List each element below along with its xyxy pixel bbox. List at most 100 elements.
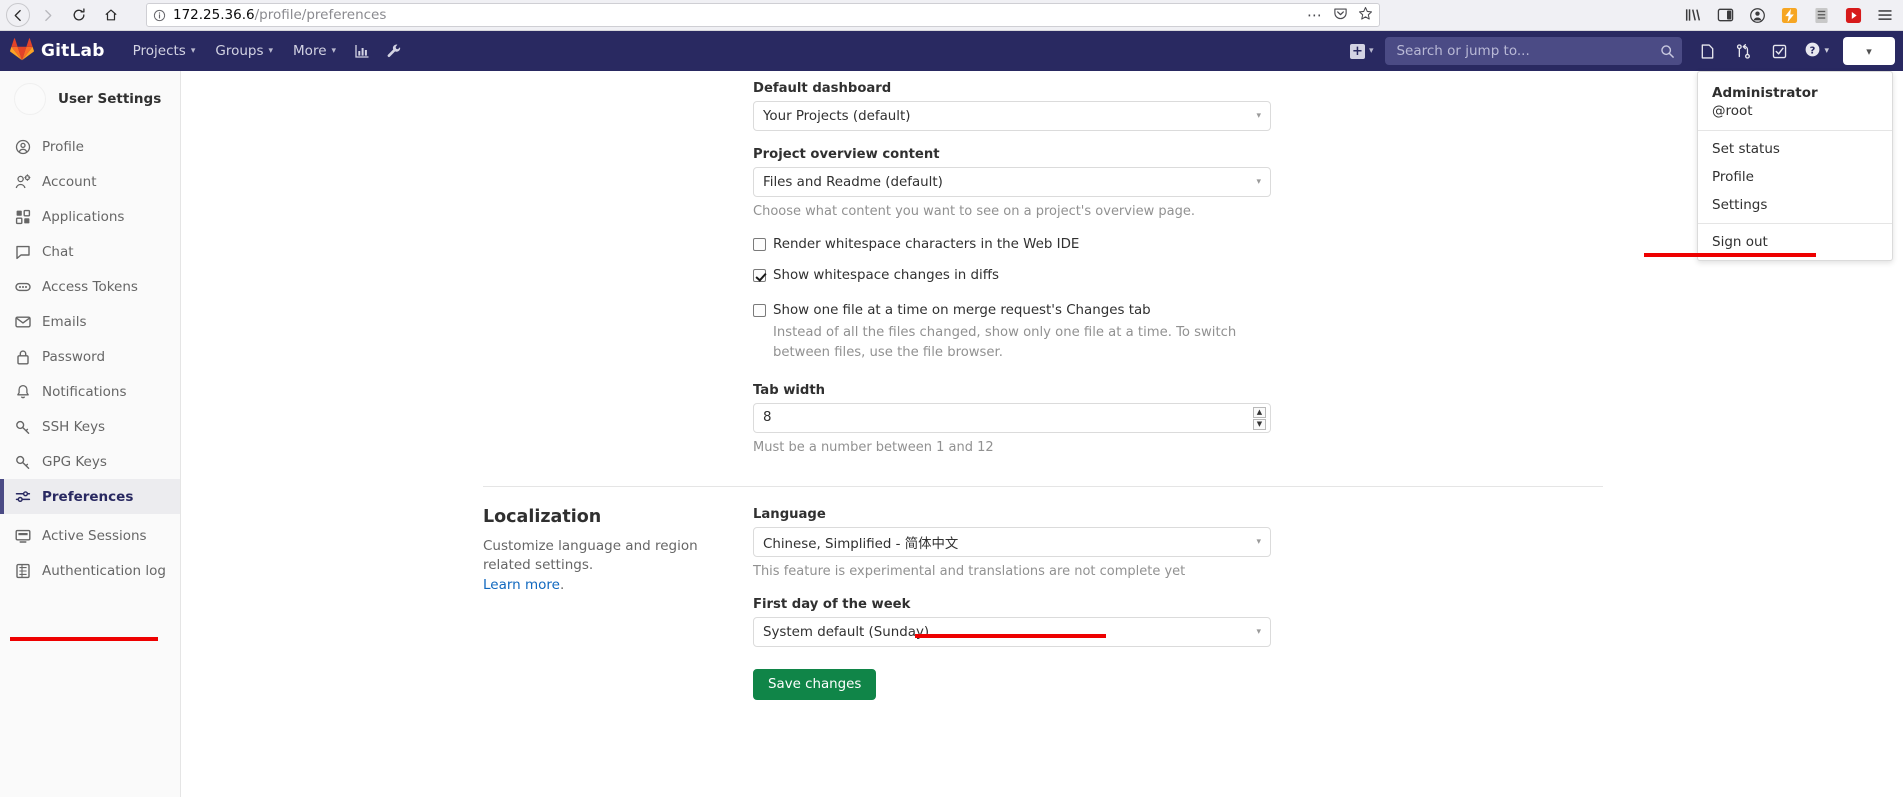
page-body: User Settings Profile Account Applicatio… xyxy=(0,71,1903,797)
sidebar-item-preferences[interactable]: Preferences xyxy=(0,479,180,514)
avatar xyxy=(14,83,46,115)
search-icon[interactable] xyxy=(1658,42,1676,60)
key-icon xyxy=(14,418,31,435)
star-icon[interactable] xyxy=(1358,6,1373,25)
navbar-right-section: + ▾ ? ▾ ▾ xyxy=(1344,31,1895,71)
user-display-name: Administrator xyxy=(1712,85,1818,101)
learn-more-link[interactable]: Learn more xyxy=(483,577,560,593)
project-overview-select[interactable]: Files and Readme (default) ▾ xyxy=(753,167,1271,197)
forward-arrow-icon[interactable] xyxy=(32,2,62,28)
gitlab-navbar: GitLab Projects ▾ Groups ▾ More ▾ + ▾ Se… xyxy=(0,31,1903,71)
nav-item-more[interactable]: More ▾ xyxy=(283,31,346,71)
tab-width-input[interactable]: 8 ▲ ▼ xyxy=(753,402,1271,433)
analytics-icon[interactable] xyxy=(346,31,378,71)
render-whitespace-checkbox-row[interactable]: Render whitespace characters in the Web … xyxy=(753,236,1271,253)
show-whitespace-checkbox[interactable] xyxy=(753,269,766,283)
localization-section: Localization Customize language and regi… xyxy=(181,487,1903,701)
sidebar-item-notifications[interactable]: Notifications xyxy=(0,374,180,409)
search-input[interactable] xyxy=(1385,37,1683,65)
sidebar-item-label: GPG Keys xyxy=(42,453,107,470)
home-icon[interactable] xyxy=(96,2,126,28)
sidebar-item-password[interactable]: Password xyxy=(0,339,180,374)
language-value: Chinese, Simplified - 简体中文 xyxy=(763,536,959,552)
menu-item-set-status[interactable]: Set status xyxy=(1698,135,1892,163)
show-whitespace-checkbox-row[interactable]: Show whitespace changes in diffs xyxy=(753,267,1271,284)
pocket-icon[interactable] xyxy=(1333,6,1348,25)
bell-icon xyxy=(14,383,31,400)
localization-description-text: Customize language and region related se… xyxy=(483,537,698,574)
nav-item-groups[interactable]: Groups ▾ xyxy=(205,31,283,71)
nav-item-projects-label: Projects xyxy=(132,43,186,59)
language-select[interactable]: Chinese, Simplified - 简体中文 ▾ xyxy=(753,526,1271,557)
nav-item-groups-label: Groups xyxy=(215,43,264,59)
chevron-down-icon: ▾ xyxy=(1256,177,1261,187)
account-icon xyxy=(14,173,31,190)
help-button[interactable]: ? ▾ xyxy=(1798,31,1835,71)
new-item-button[interactable]: + ▾ xyxy=(1344,43,1380,59)
localization-section-left: Localization Customize language and regi… xyxy=(483,507,753,701)
user-dropdown-group-1: Set status Profile Settings xyxy=(1698,131,1892,223)
ellipsis-icon[interactable]: ⋯ xyxy=(1307,7,1323,23)
account-icon[interactable] xyxy=(1747,5,1767,25)
envelope-icon xyxy=(14,313,31,330)
url-path: /profile/preferences xyxy=(254,7,387,23)
gitlab-tanuki-icon xyxy=(10,37,34,65)
sidebar-item-access-tokens[interactable]: Access Tokens xyxy=(0,269,180,304)
first-day-select[interactable]: System default (Sunday) ▾ xyxy=(753,617,1271,648)
extension-icon[interactable] xyxy=(1779,5,1799,25)
sidebar-item-account[interactable]: Account xyxy=(0,164,180,199)
nav-item-projects[interactable]: Projects ▾ xyxy=(123,31,206,71)
learn-more-suffix: . xyxy=(560,576,565,593)
youtube-icon[interactable] xyxy=(1843,5,1863,25)
sidebar-item-emails[interactable]: Emails xyxy=(0,304,180,339)
menu-item-settings[interactable]: Settings xyxy=(1698,191,1892,219)
sidebar-icon[interactable] xyxy=(1715,5,1735,25)
project-overview-value: Files and Readme (default) xyxy=(763,174,943,190)
render-whitespace-checkbox[interactable] xyxy=(753,237,766,251)
stepper-down-icon[interactable]: ▼ xyxy=(1253,418,1266,430)
library-icon[interactable] xyxy=(1683,5,1703,25)
menu-item-profile[interactable]: Profile xyxy=(1698,163,1892,191)
search-box[interactable] xyxy=(1385,37,1683,65)
user-dropdown-menu: Administrator @root Set status Profile S… xyxy=(1697,71,1893,262)
wrench-icon[interactable] xyxy=(378,31,410,71)
user-menu-button[interactable]: ▾ xyxy=(1843,37,1895,65)
nav-item-more-label: More xyxy=(293,43,327,59)
sidebar-item-authentication-log[interactable]: Authentication log xyxy=(0,553,180,588)
address-bar[interactable]: 172.25.36.6/profile/preferences ⋯ xyxy=(146,3,1380,27)
sidebar-item-label: Notifications xyxy=(42,383,127,400)
container-tabs-icon[interactable] xyxy=(1811,5,1831,25)
todos-icon[interactable] xyxy=(1762,31,1796,71)
sidebar-item-applications[interactable]: Applications xyxy=(0,199,180,234)
sidebar-item-label: Emails xyxy=(42,313,87,330)
quantity-stepper[interactable]: ▲ ▼ xyxy=(1253,406,1266,430)
one-file-checkbox[interactable] xyxy=(753,303,766,317)
chevron-down-icon: ▾ xyxy=(331,46,337,56)
sidebar-item-chat[interactable]: Chat xyxy=(0,234,180,269)
reload-icon[interactable] xyxy=(64,2,94,28)
url-host: 172.25.36.6 xyxy=(173,7,255,23)
sidebar-item-active-sessions[interactable]: Active Sessions xyxy=(0,518,180,553)
one-file-checkbox-row[interactable]: Show one file at a time on merge request… xyxy=(753,302,1271,319)
sidebar-item-profile[interactable]: Profile xyxy=(0,129,180,164)
sidebar-item-label: Access Tokens xyxy=(42,278,138,295)
issues-icon[interactable] xyxy=(1690,31,1724,71)
merge-requests-icon[interactable] xyxy=(1726,31,1760,71)
save-changes-button[interactable]: Save changes xyxy=(753,669,877,701)
sidebar-item-ssh-keys[interactable]: SSH Keys xyxy=(0,409,180,444)
stepper-up-icon[interactable]: ▲ xyxy=(1253,406,1266,418)
first-day-value: System default (Sunday) xyxy=(763,624,930,640)
sidebar-item-label: Profile xyxy=(42,138,84,155)
back-arrow-icon[interactable] xyxy=(6,3,30,27)
browser-nav-buttons xyxy=(6,2,126,28)
chevron-down-icon: ▾ xyxy=(1256,627,1261,638)
default-dashboard-select[interactable]: Your Projects (default) ▾ xyxy=(753,101,1271,131)
hamburger-menu-icon[interactable] xyxy=(1875,5,1895,25)
page-info-icon[interactable] xyxy=(153,9,166,22)
sidebar-header: User Settings xyxy=(0,71,180,129)
help-circle-icon: ? xyxy=(1804,41,1821,62)
sidebar-item-gpg-keys[interactable]: GPG Keys xyxy=(0,444,180,479)
profile-icon xyxy=(14,138,31,155)
chevron-down-icon: ▾ xyxy=(1866,44,1872,58)
gitlab-logo-link[interactable]: GitLab xyxy=(10,37,105,65)
